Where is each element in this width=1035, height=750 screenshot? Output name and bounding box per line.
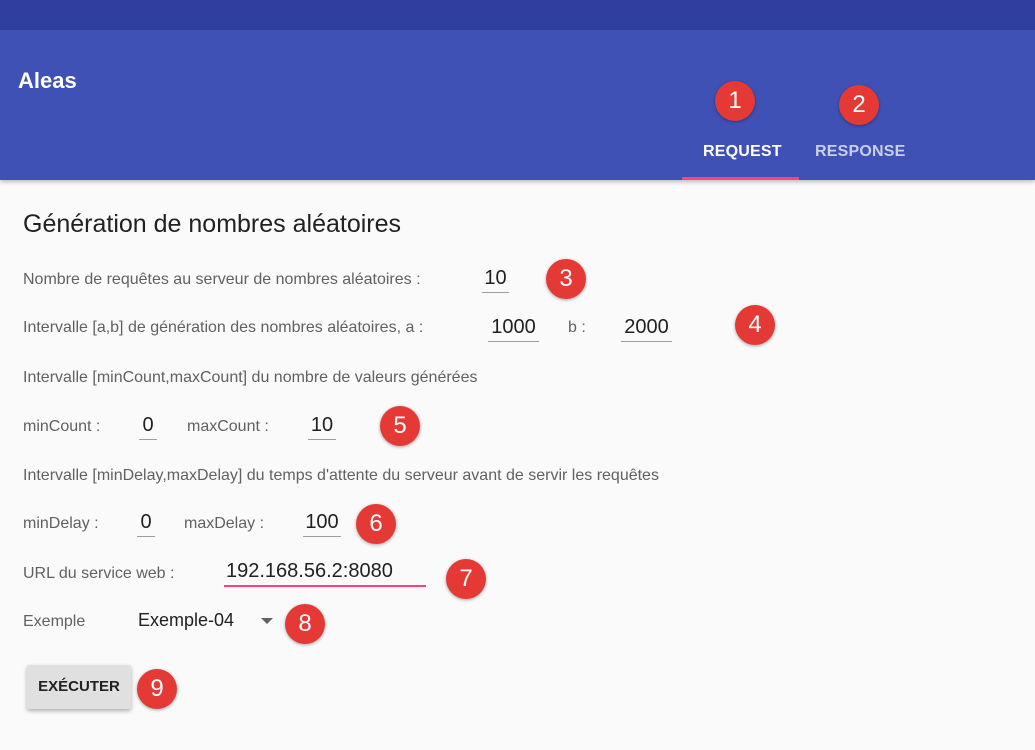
app-bar: Aleas REQUEST RESPONSE (0, 30, 1035, 180)
delay-section-label: Intervalle [minDelay,maxDelay] du temps … (23, 467, 659, 484)
dropdown-arrow-icon[interactable] (261, 618, 273, 624)
annotation-badge-7: 7 (446, 559, 486, 599)
min-delay-input[interactable]: 0 (137, 509, 155, 537)
annotation-badge-8: 8 (285, 604, 325, 644)
min-delay-label: minDelay : (23, 515, 99, 532)
requests-label: Nombre de requêtes au serveur de nombres… (23, 271, 421, 288)
page-title: Génération de nombres aléatoires (23, 210, 402, 238)
tab-response[interactable]: RESPONSE (815, 143, 906, 161)
example-label: Exemple (23, 613, 86, 630)
active-tab-indicator (682, 177, 799, 180)
url-input[interactable]: 192.168.56.2:8080 (224, 558, 426, 587)
requests-input[interactable]: 10 (482, 265, 509, 293)
example-select[interactable]: Exemple-04 (138, 610, 234, 631)
min-count-label: minCount : (23, 418, 101, 435)
annotation-badge-5: 5 (380, 406, 420, 446)
annotation-badge-2: 2 (839, 85, 879, 125)
max-delay-input[interactable]: 100 (303, 509, 341, 537)
a-input[interactable]: 1000 (488, 314, 539, 342)
max-count-input[interactable]: 10 (308, 412, 336, 440)
status-bar (0, 0, 1035, 30)
app-title: Aleas (18, 68, 77, 93)
b-label: b : (568, 319, 586, 336)
count-section-label: Intervalle [minCount,maxCount] du nombre… (23, 369, 478, 386)
interval-a-label: Intervalle [a,b] de génération des nombr… (23, 319, 424, 336)
annotation-badge-6: 6 (356, 504, 396, 544)
annotation-badge-9: 9 (137, 669, 177, 709)
url-label: URL du service web : (23, 565, 175, 582)
annotation-badge-4: 4 (735, 305, 775, 345)
annotation-badge-1: 1 (715, 81, 755, 121)
b-input[interactable]: 2000 (621, 314, 672, 342)
annotation-badge-3: 3 (546, 259, 586, 299)
execute-button[interactable]: EXÉCUTER (27, 665, 131, 709)
tab-request[interactable]: REQUEST (703, 143, 782, 161)
max-count-label: maxCount : (187, 418, 269, 435)
max-delay-label: maxDelay : (184, 515, 265, 532)
min-count-input[interactable]: 0 (139, 412, 157, 440)
